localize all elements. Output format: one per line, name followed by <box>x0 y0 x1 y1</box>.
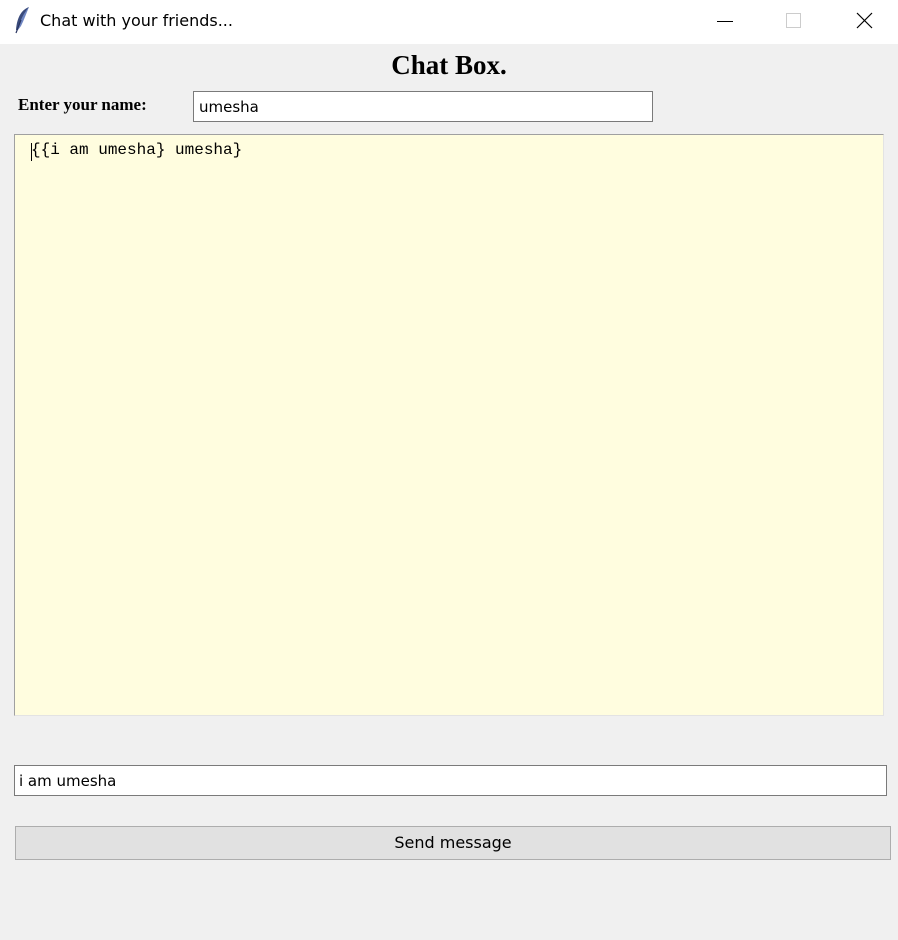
window-title: Chat with your friends... <box>40 11 233 30</box>
maximize-icon <box>786 13 801 28</box>
chat-log[interactable]: {{i am umesha} umesha} <box>14 134 884 716</box>
send-message-button[interactable]: Send message <box>15 826 891 860</box>
feather-icon <box>12 6 34 34</box>
close-icon <box>856 12 873 29</box>
chat-message-line: {{i am umesha} umesha} <box>31 141 243 159</box>
close-button[interactable] <box>830 0 898 44</box>
chat-window: Chat with your friends... Chat Box. Ente… <box>0 0 898 940</box>
name-input[interactable] <box>193 91 653 122</box>
title-bar[interactable]: Chat with your friends... <box>0 0 898 44</box>
maximize-button[interactable] <box>760 0 828 44</box>
text-cursor <box>31 143 32 161</box>
minimize-icon <box>717 21 733 22</box>
name-label: Enter your name: <box>18 95 147 114</box>
message-input[interactable] <box>14 765 887 796</box>
minimize-button[interactable] <box>691 0 759 44</box>
page-title: Chat Box. <box>391 50 507 80</box>
